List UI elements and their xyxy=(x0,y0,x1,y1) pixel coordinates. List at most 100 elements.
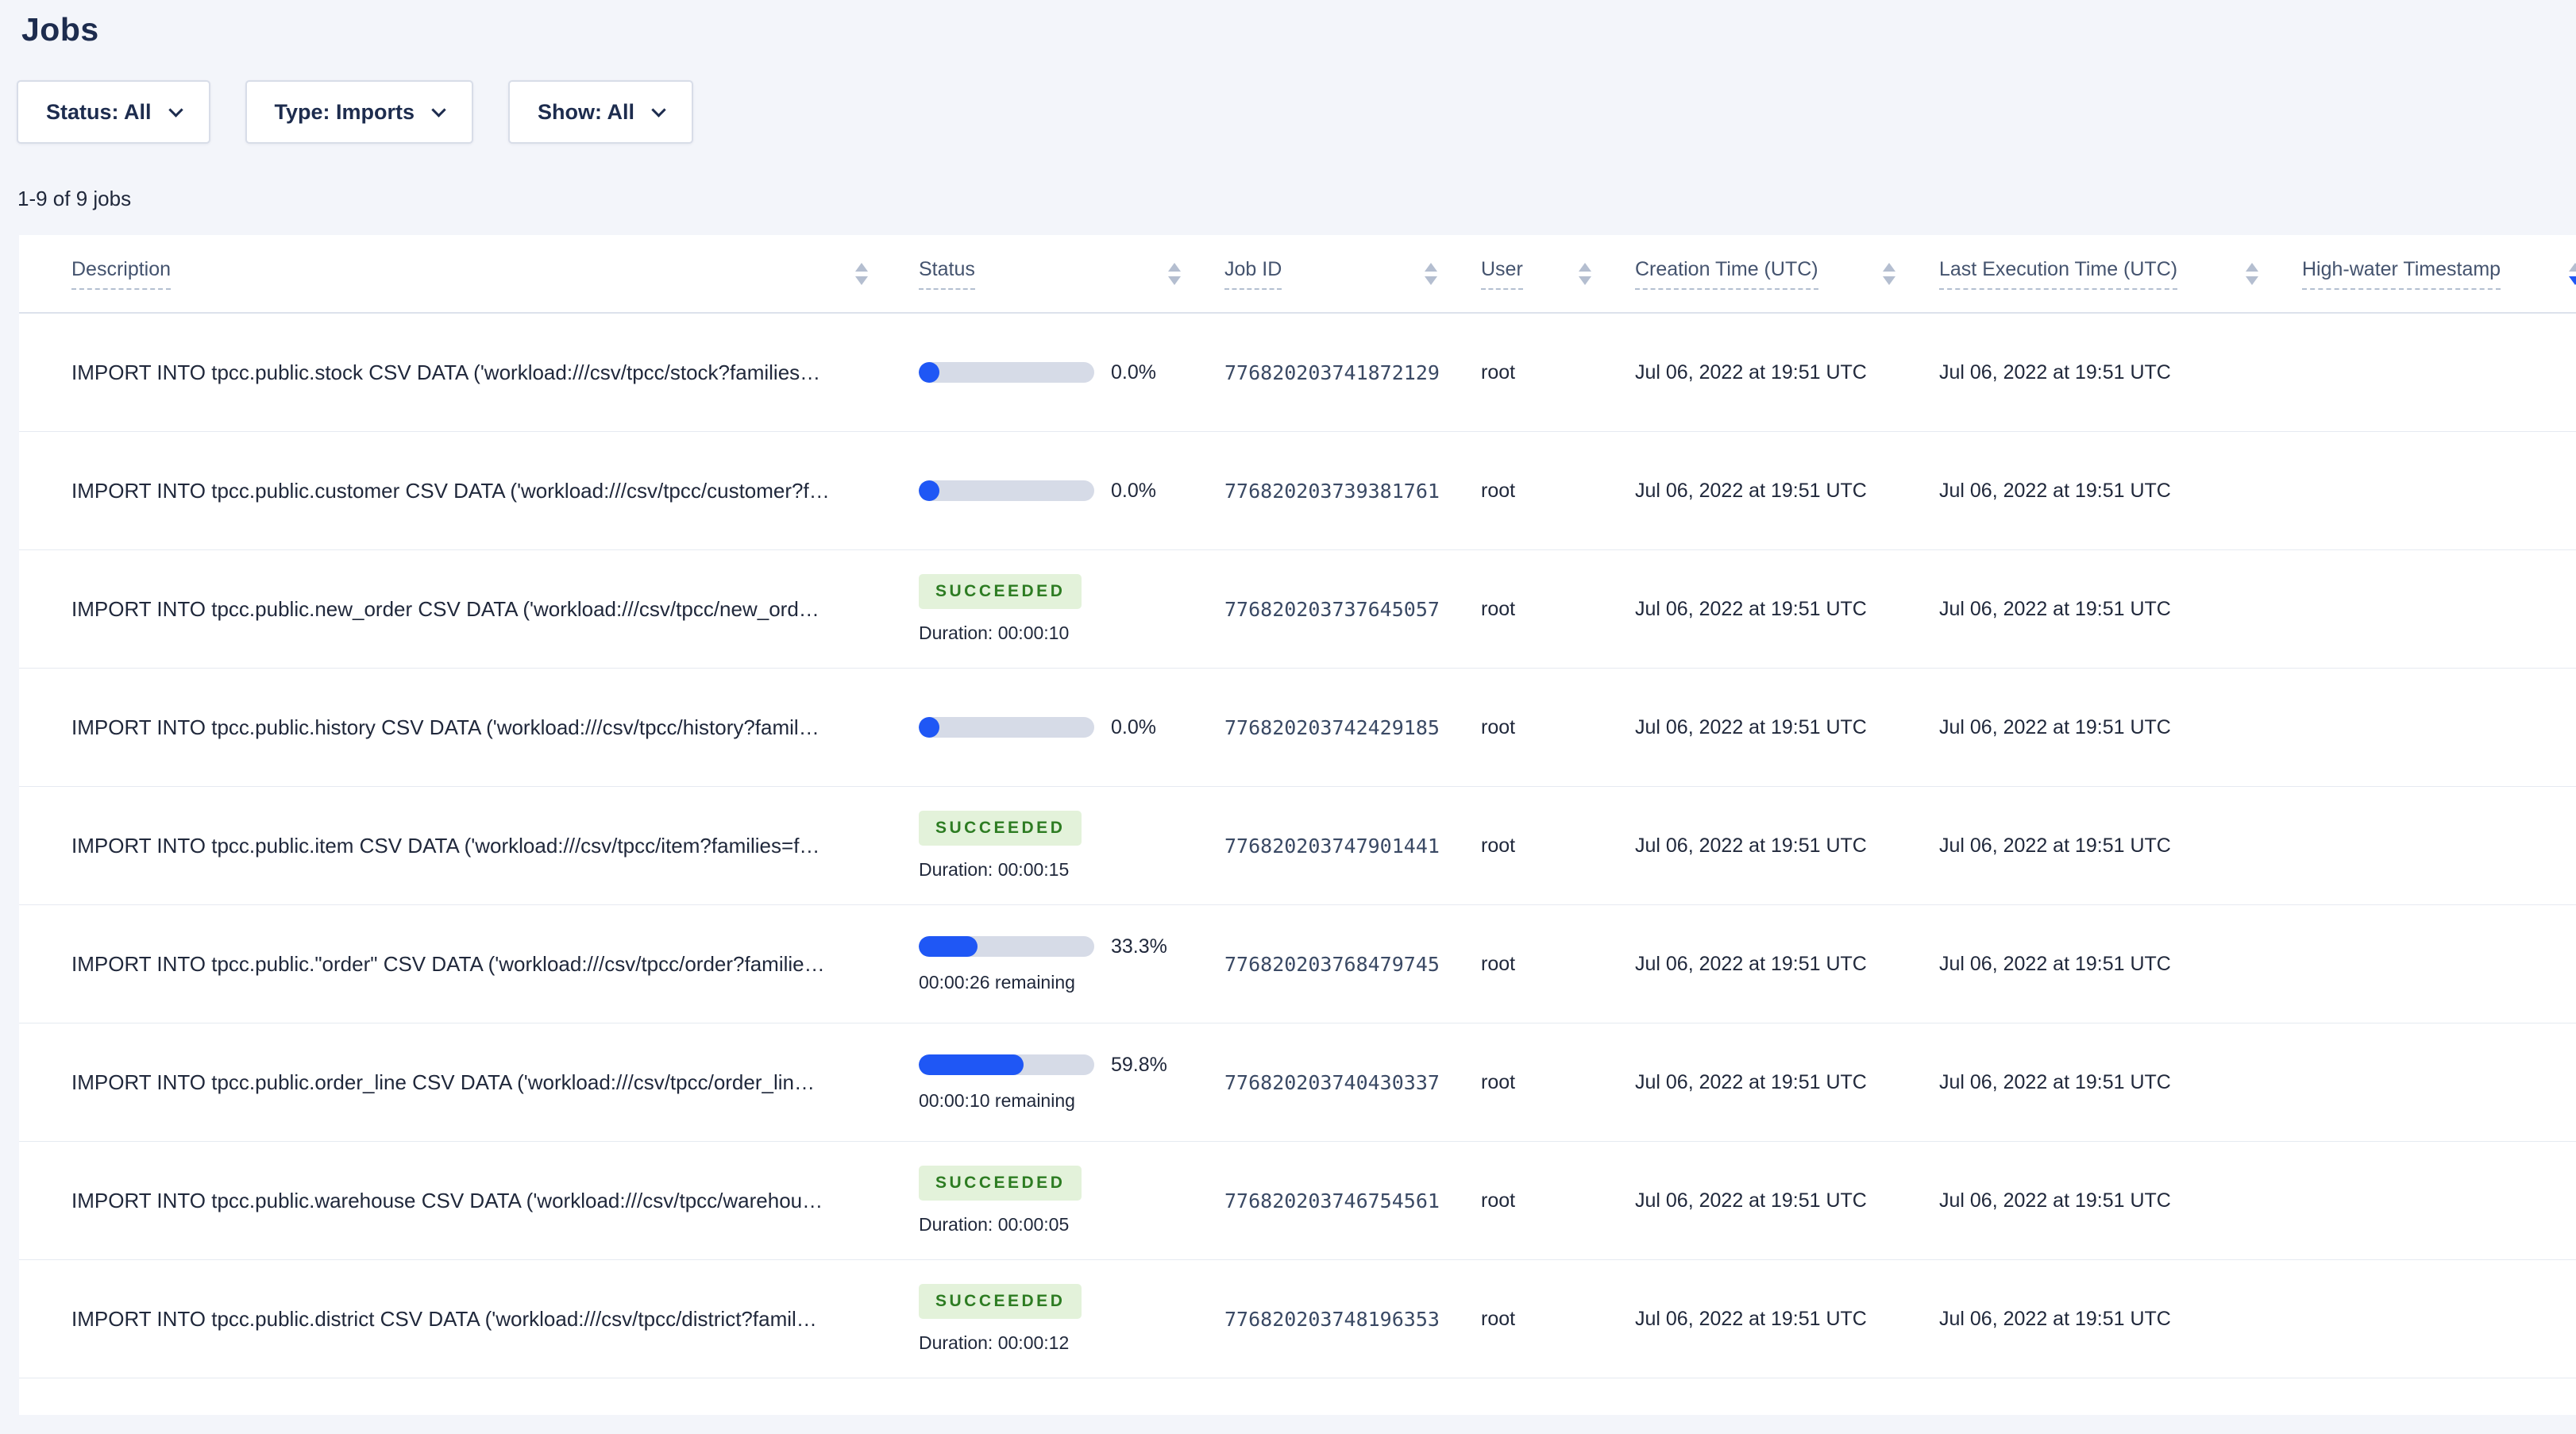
column-header-high-water-timestamp[interactable]: High-water Timestamp xyxy=(2282,235,2576,312)
user-cell: root xyxy=(1481,360,1516,384)
high-water-cell xyxy=(2282,787,2576,904)
job-status-cell: 0.0% xyxy=(892,669,1205,786)
job-description-cell: IMPORT INTO tpcc.public.customer CSV DAT… xyxy=(19,432,892,549)
show-filter-dropdown[interactable]: Show: All xyxy=(508,80,694,144)
job-description-link[interactable]: IMPORT INTO tpcc.public."order" CSV DATA… xyxy=(71,952,825,977)
status-filter-label: Status: All xyxy=(46,99,152,124)
creation-time-cell: Jul 06, 2022 at 19:51 UTC xyxy=(1635,1070,1867,1093)
type-filter-label: Type: Imports xyxy=(274,99,415,124)
job-id-cell: 776820203748196353 xyxy=(1224,1307,1440,1331)
job-status-cell: SUCCEEDED Duration: 00:00:12 xyxy=(892,1260,1205,1378)
progress-fill xyxy=(919,1054,1024,1075)
status-subtext: 00:00:10 remaining xyxy=(919,1089,1075,1111)
progress-bar: 59.8% xyxy=(919,1054,1167,1077)
last-execution-time-cell: Jul 06, 2022 at 19:51 UTC xyxy=(1939,1189,2171,1212)
job-description-cell: IMPORT INTO tpcc.public.stock CSV DATA (… xyxy=(19,314,892,431)
user-cell: root xyxy=(1481,1070,1516,1093)
progress-bar: 0.0% xyxy=(919,716,1156,739)
jobs-count: 1-9 of 9 jobs xyxy=(17,187,132,210)
creation-time-cell: Jul 06, 2022 at 19:51 UTC xyxy=(1635,597,1867,620)
job-description-link[interactable]: IMPORT INTO tpcc.public.customer CSV DAT… xyxy=(71,479,830,503)
job-status-cell: 0.0% xyxy=(892,432,1205,549)
high-water-cell xyxy=(2282,550,2576,668)
sort-arrows-icon xyxy=(855,262,868,285)
job-description-cell: IMPORT INTO tpcc.public.order_line CSV D… xyxy=(19,1023,892,1141)
creation-time-cell: Jul 06, 2022 at 19:51 UTC xyxy=(1635,715,1867,738)
last-execution-time-cell: Jul 06, 2022 at 19:51 UTC xyxy=(1939,834,2171,857)
creation-time-cell: Jul 06, 2022 at 19:51 UTC xyxy=(1635,360,1867,384)
column-header-user[interactable]: User xyxy=(1461,235,1615,312)
creation-time-cell: Jul 06, 2022 at 19:51 UTC xyxy=(1635,1189,1867,1212)
table-row: IMPORT INTO tpcc.public.history CSV DATA… xyxy=(19,669,2576,787)
job-description-link[interactable]: IMPORT INTO tpcc.public.warehouse CSV DA… xyxy=(71,1189,823,1213)
job-description-link[interactable]: IMPORT INTO tpcc.public.order_line CSV D… xyxy=(71,1070,815,1095)
user-cell: root xyxy=(1481,479,1516,502)
progress-percent: 0.0% xyxy=(1111,360,1156,384)
job-status-cell: 33.3% 00:00:26 remaining xyxy=(892,905,1205,1023)
chevron-down-icon xyxy=(651,102,666,118)
job-id-cell: 776820203737645057 xyxy=(1224,597,1440,621)
table-row: IMPORT INTO tpcc.public.warehouse CSV DA… xyxy=(19,1142,2576,1260)
job-description-link[interactable]: IMPORT INTO tpcc.public.history CSV DATA… xyxy=(71,715,819,740)
progress-bar: 0.0% xyxy=(919,480,1156,503)
job-id-cell: 776820203742429185 xyxy=(1224,715,1440,739)
progress-fill xyxy=(919,717,939,738)
sort-arrows-icon xyxy=(2246,262,2258,285)
status-subtext: Duration: 00:00:05 xyxy=(919,1214,1070,1235)
job-description-link[interactable]: IMPORT INTO tpcc.public.district CSV DAT… xyxy=(71,1307,817,1332)
status-subtext: Duration: 00:00:10 xyxy=(919,623,1070,643)
job-description-link[interactable]: IMPORT INTO tpcc.public.new_order CSV DA… xyxy=(71,597,819,622)
job-id-cell: 776820203739381761 xyxy=(1224,479,1440,503)
last-execution-time-cell: Jul 06, 2022 at 19:51 UTC xyxy=(1939,1307,2171,1330)
progress-fill xyxy=(919,362,939,383)
column-header-creation-time[interactable]: Creation Time (UTC) xyxy=(1615,235,1919,312)
progress-bar: 33.3% xyxy=(919,935,1167,958)
user-cell: root xyxy=(1481,1307,1516,1330)
last-execution-time-cell: Jul 06, 2022 at 19:51 UTC xyxy=(1939,360,2171,384)
type-filter-dropdown[interactable]: Type: Imports xyxy=(245,80,474,144)
progress-bar: 0.0% xyxy=(919,361,1156,384)
progress-track xyxy=(919,362,1094,383)
sort-arrows-icon xyxy=(1425,262,1437,285)
high-water-cell xyxy=(2282,905,2576,1023)
jobs-table-header: Description Status Job ID User Creation … xyxy=(19,235,2576,314)
creation-time-cell: Jul 06, 2022 at 19:51 UTC xyxy=(1635,952,1867,975)
table-row: IMPORT INTO tpcc.public."order" CSV DATA… xyxy=(19,905,2576,1023)
status-filter-dropdown[interactable]: Status: All xyxy=(17,80,210,144)
progress-fill xyxy=(919,480,939,501)
status-subtext: Duration: 00:00:15 xyxy=(919,859,1070,880)
filters-bar: Status: All Type: Imports Show: All xyxy=(17,80,2576,144)
column-header-last-execution-time[interactable]: Last Execution Time (UTC) xyxy=(1919,235,2282,312)
column-header-job-id[interactable]: Job ID xyxy=(1205,235,1461,312)
creation-time-cell: Jul 06, 2022 at 19:51 UTC xyxy=(1635,1307,1867,1330)
high-water-cell xyxy=(2282,669,2576,786)
high-water-cell xyxy=(2282,314,2576,431)
column-header-description[interactable]: Description xyxy=(19,235,892,312)
table-row: IMPORT INTO tpcc.public.stock CSV DATA (… xyxy=(19,314,2576,432)
job-description-link[interactable]: IMPORT INTO tpcc.public.stock CSV DATA (… xyxy=(71,360,820,385)
high-water-cell xyxy=(2282,432,2576,549)
job-id-cell: 776820203740430337 xyxy=(1224,1070,1440,1094)
job-description-cell: IMPORT INTO tpcc.public.new_order CSV DA… xyxy=(19,550,892,668)
sort-arrows-icon xyxy=(2569,262,2576,285)
page-title: Jobs xyxy=(21,11,99,48)
job-id-cell: 776820203747901441 xyxy=(1224,834,1440,858)
user-cell: root xyxy=(1481,1189,1516,1212)
progress-percent: 33.3% xyxy=(1111,935,1167,958)
column-header-status[interactable]: Status xyxy=(892,235,1205,312)
user-cell: root xyxy=(1481,952,1516,975)
status-badge: SUCCEEDED xyxy=(919,574,1082,609)
job-description-cell: IMPORT INTO tpcc.public."order" CSV DATA… xyxy=(19,905,892,1023)
progress-track xyxy=(919,1054,1094,1075)
table-row: IMPORT INTO tpcc.public.order_line CSV D… xyxy=(19,1023,2576,1142)
last-execution-time-cell: Jul 06, 2022 at 19:51 UTC xyxy=(1939,715,2171,738)
job-description-link[interactable]: IMPORT INTO tpcc.public.item CSV DATA ('… xyxy=(71,834,819,858)
status-subtext: Duration: 00:00:12 xyxy=(919,1332,1070,1353)
creation-time-cell: Jul 06, 2022 at 19:51 UTC xyxy=(1635,834,1867,857)
table-row: IMPORT INTO tpcc.public.item CSV DATA ('… xyxy=(19,787,2576,905)
sort-arrows-icon xyxy=(1579,262,1591,285)
job-description-cell: IMPORT INTO tpcc.public.district CSV DAT… xyxy=(19,1260,892,1378)
last-execution-time-cell: Jul 06, 2022 at 19:51 UTC xyxy=(1939,597,2171,620)
jobs-table-body: IMPORT INTO tpcc.public.stock CSV DATA (… xyxy=(19,314,2576,1378)
table-row: IMPORT INTO tpcc.public.new_order CSV DA… xyxy=(19,550,2576,669)
